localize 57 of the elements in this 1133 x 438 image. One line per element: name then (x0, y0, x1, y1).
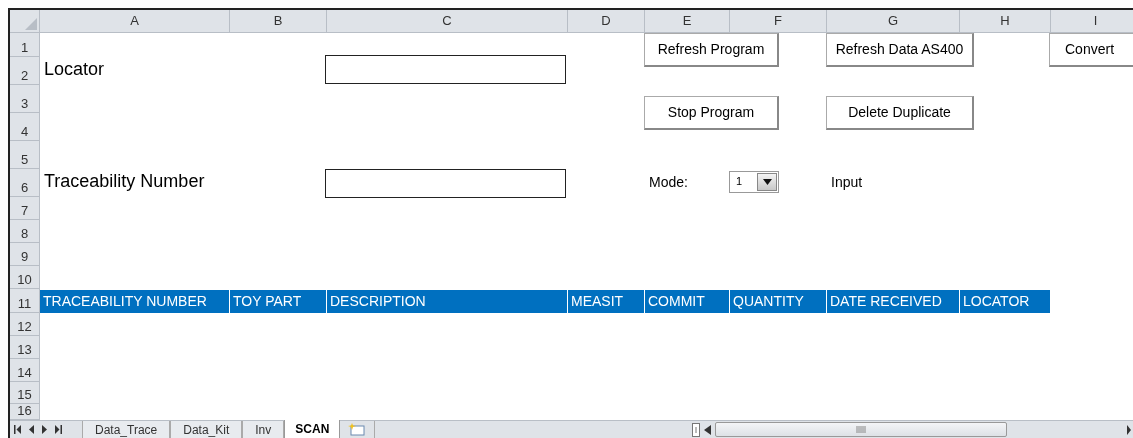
text-field[interactable] (325, 55, 566, 84)
row-header[interactable]: 7 (10, 197, 39, 220)
column-header[interactable]: G (827, 10, 960, 32)
row-header[interactable]: 9 (10, 243, 39, 266)
column-header[interactable]: H (960, 10, 1051, 32)
row-header[interactable]: 2 (10, 57, 39, 85)
sheet-tab[interactable]: SCAN (284, 420, 341, 438)
split-handle-icon[interactable] (692, 422, 700, 437)
column-header[interactable]: D (568, 10, 645, 32)
sheet-tab[interactable]: Data_Trace (82, 421, 171, 438)
macro-button[interactable]: Refresh Program (644, 33, 779, 67)
row-header[interactable]: 10 (10, 266, 39, 289)
row-header[interactable]: 4 (10, 113, 39, 141)
row-header[interactable]: 5 (10, 141, 39, 169)
row-header[interactable]: 3 (10, 85, 39, 113)
column-header[interactable]: I (1051, 10, 1133, 32)
cell-label: Traceability Number (43, 170, 205, 193)
macro-button[interactable]: Delete Duplicate (826, 96, 974, 130)
header-cell: TRACEABILITY NUMBER (40, 290, 230, 313)
row-header[interactable]: 6 (10, 169, 39, 197)
next-sheet-icon[interactable] (42, 425, 47, 434)
column-header[interactable]: B (230, 10, 327, 32)
column-header[interactable]: A (40, 10, 230, 32)
mode-dropdown[interactable]: 1 (729, 171, 779, 193)
mode-label: Mode: (648, 173, 688, 192)
macro-button[interactable]: Stop Program (644, 96, 779, 130)
row-header[interactable]: 8 (10, 220, 39, 243)
sheet-tab[interactable]: Data_Kit (170, 421, 243, 438)
column-header[interactable]: E (645, 10, 730, 32)
row-header[interactable]: 15 (10, 382, 39, 404)
macro-button[interactable]: Refresh Data AS400 (826, 33, 974, 67)
last-sheet-icon[interactable] (55, 425, 62, 434)
previous-sheet-icon[interactable] (29, 425, 34, 434)
cell-label: Locator (43, 58, 105, 81)
column-header[interactable]: F (730, 10, 827, 32)
scroll-left-icon[interactable] (704, 424, 711, 435)
row-header[interactable]: 11 (10, 289, 39, 313)
row-header[interactable]: 13 (10, 336, 39, 359)
scrollbar-thumb[interactable] (715, 422, 1007, 437)
mode-status: Input (830, 173, 863, 192)
row-header[interactable]: 12 (10, 313, 39, 336)
scroll-right-icon[interactable] (1127, 424, 1131, 435)
header-cell: DATE RECEIVED (827, 290, 960, 313)
header-cell: TOY PART (230, 290, 327, 313)
column-header[interactable]: C (327, 10, 568, 32)
macro-button[interactable]: Convert (1049, 33, 1133, 67)
sheet-tab[interactable]: Inv (242, 421, 285, 438)
header-cell: QUANTITY (730, 290, 827, 313)
row-header[interactable]: 14 (10, 359, 39, 382)
caret-icon (762, 179, 772, 185)
row-header[interactable]: 1 (10, 33, 39, 57)
first-sheet-icon[interactable] (14, 425, 21, 434)
header-cell: LOCATOR (960, 290, 1051, 313)
header-cell: MEASIT (568, 290, 645, 313)
text-field[interactable] (325, 169, 566, 198)
header-cell: DESCRIPTION (327, 290, 568, 313)
header-cell: COMMIT (645, 290, 730, 313)
